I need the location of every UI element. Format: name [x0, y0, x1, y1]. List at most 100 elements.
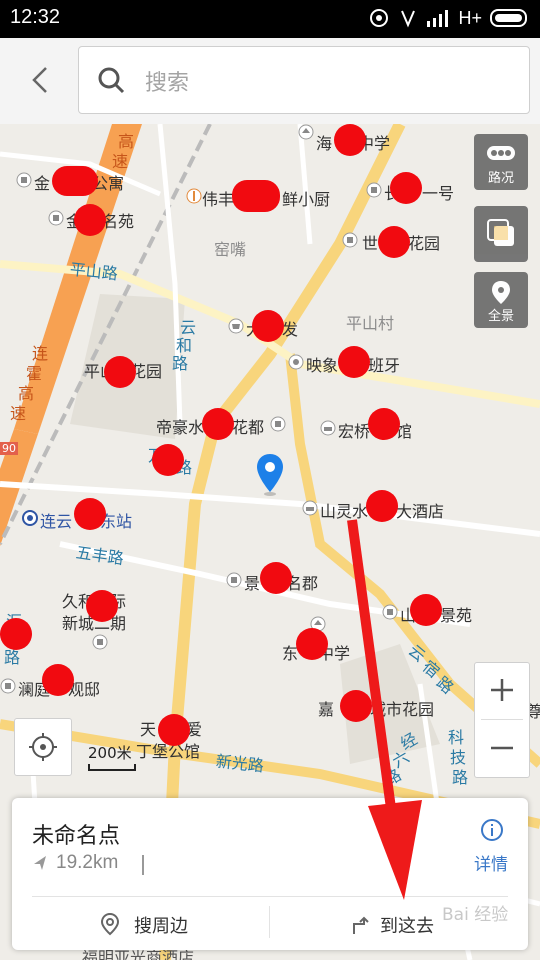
map-label: 连云: [40, 512, 73, 531]
map-label: 平山路: [68, 259, 119, 284]
redaction-mark: [42, 664, 74, 696]
redaction-mark: [390, 172, 422, 204]
redaction-mark: [378, 226, 410, 258]
status-icons: H+: [368, 7, 530, 29]
info-icon[interactable]: [480, 818, 504, 842]
place-card: 未命名点 19.2km 详情 搜周边 到这去: [12, 798, 528, 950]
traffic-button[interactable]: 路况: [474, 134, 528, 190]
location-outline-icon: [100, 912, 120, 936]
poi-icon: [0, 678, 16, 694]
search-icon: [98, 67, 125, 94]
hotspot-icon: [370, 9, 389, 27]
redaction-mark: [340, 690, 372, 722]
map-label: 平山村: [346, 314, 395, 333]
direction-icon: [34, 856, 46, 870]
map-label: 鲜小厨: [282, 190, 331, 209]
map-label: 景苑: [440, 606, 473, 625]
poi-icon: [186, 188, 202, 204]
nearby-button[interactable]: 搜周边: [100, 906, 210, 944]
redaction-mark: [74, 204, 106, 236]
redaction-mark: [104, 356, 136, 388]
poi-icon: [320, 420, 336, 436]
poi-icon: [342, 232, 358, 248]
poi-icon: [92, 634, 108, 650]
detail-link[interactable]: 详情: [474, 850, 508, 875]
map-label: 世: [362, 234, 379, 253]
map-label: 90: [0, 442, 18, 455]
traffic-label: 路况: [487, 171, 514, 186]
route-icon: [353, 916, 369, 934]
poi-icon: [270, 416, 286, 432]
search-input[interactable]: 搜索: [78, 46, 530, 114]
redaction-mark: [252, 310, 284, 342]
map-label: 景: [244, 574, 261, 593]
traffic-icon: [487, 146, 515, 160]
battery-icon: [490, 9, 527, 27]
crosshair-icon: [29, 733, 57, 761]
map-label: 嘉: [318, 700, 335, 719]
poi-icon: [228, 318, 244, 334]
station-icon: [22, 510, 38, 526]
redaction-mark: [202, 408, 234, 440]
nearby-label: 搜周边: [134, 916, 188, 937]
redaction-mark: [0, 618, 32, 650]
redaction-mark: [52, 166, 98, 196]
poi-icon: [48, 210, 64, 226]
locate-button[interactable]: [14, 718, 72, 776]
redaction-mark: [86, 590, 118, 622]
redaction-mark: [334, 124, 366, 156]
map-label: 山灵水: [320, 502, 369, 521]
zoom-out-icon[interactable]: [489, 735, 515, 761]
watermark: Bai 经验: [442, 905, 509, 925]
zoom-divider: [481, 719, 523, 720]
poi-icon: [16, 172, 32, 188]
panorama-icon: [492, 281, 510, 304]
redaction-mark: [232, 180, 280, 212]
redaction-mark: [368, 408, 400, 440]
poi-icon: [288, 354, 304, 370]
redaction-mark: [366, 490, 398, 522]
map-label: 金: [34, 174, 51, 193]
redaction-mark: [152, 444, 184, 476]
panorama-button[interactable]: 全景: [474, 272, 528, 328]
zoom-control: [474, 662, 530, 778]
poi-icon: [226, 572, 242, 588]
scale-bar: [88, 764, 136, 771]
map-label: 名苑: [102, 212, 135, 231]
map-label: 宏桥: [338, 422, 371, 441]
map-label: 映象: [306, 356, 339, 375]
place-distance: 19.2km: [56, 852, 119, 873]
back-arrow-icon[interactable]: [24, 60, 58, 100]
redaction-mark: [158, 714, 190, 746]
redaction-mark: [296, 628, 328, 660]
map-label: 路: [452, 768, 469, 787]
poi-icon: [298, 124, 314, 140]
scale-label: 200米: [88, 744, 132, 762]
card-divider: [32, 896, 508, 897]
go-here-label: 到这去: [380, 916, 434, 937]
map-label: 花园: [408, 234, 441, 253]
zoom-in-icon[interactable]: [489, 677, 515, 703]
map-label: 大酒店: [396, 502, 445, 521]
poi-icon: [366, 182, 382, 198]
layers-button[interactable]: [474, 206, 528, 262]
top-bar: 搜索: [0, 38, 540, 125]
redaction-mark: [74, 498, 106, 530]
network-type: H+: [458, 7, 482, 28]
map-label: 天: [140, 720, 157, 739]
search-placeholder: 搜索: [145, 71, 190, 96]
status-bar: 12:32 H+: [0, 0, 540, 38]
poi-icon: [302, 500, 318, 516]
redaction-mark: [338, 346, 370, 378]
location-pin-icon[interactable]: [254, 452, 286, 498]
distance-divider: [142, 855, 144, 875]
poi-icon: [382, 604, 398, 620]
signal-icon: [427, 10, 449, 27]
redaction-mark: [260, 562, 292, 594]
map-label: 速: [112, 152, 129, 171]
map-label: 路: [172, 354, 189, 373]
map-label: 速: [10, 404, 27, 423]
map-label: 帝豪水: [156, 418, 205, 437]
vibrate-icon: [401, 10, 416, 28]
layers-icon: [487, 219, 514, 246]
